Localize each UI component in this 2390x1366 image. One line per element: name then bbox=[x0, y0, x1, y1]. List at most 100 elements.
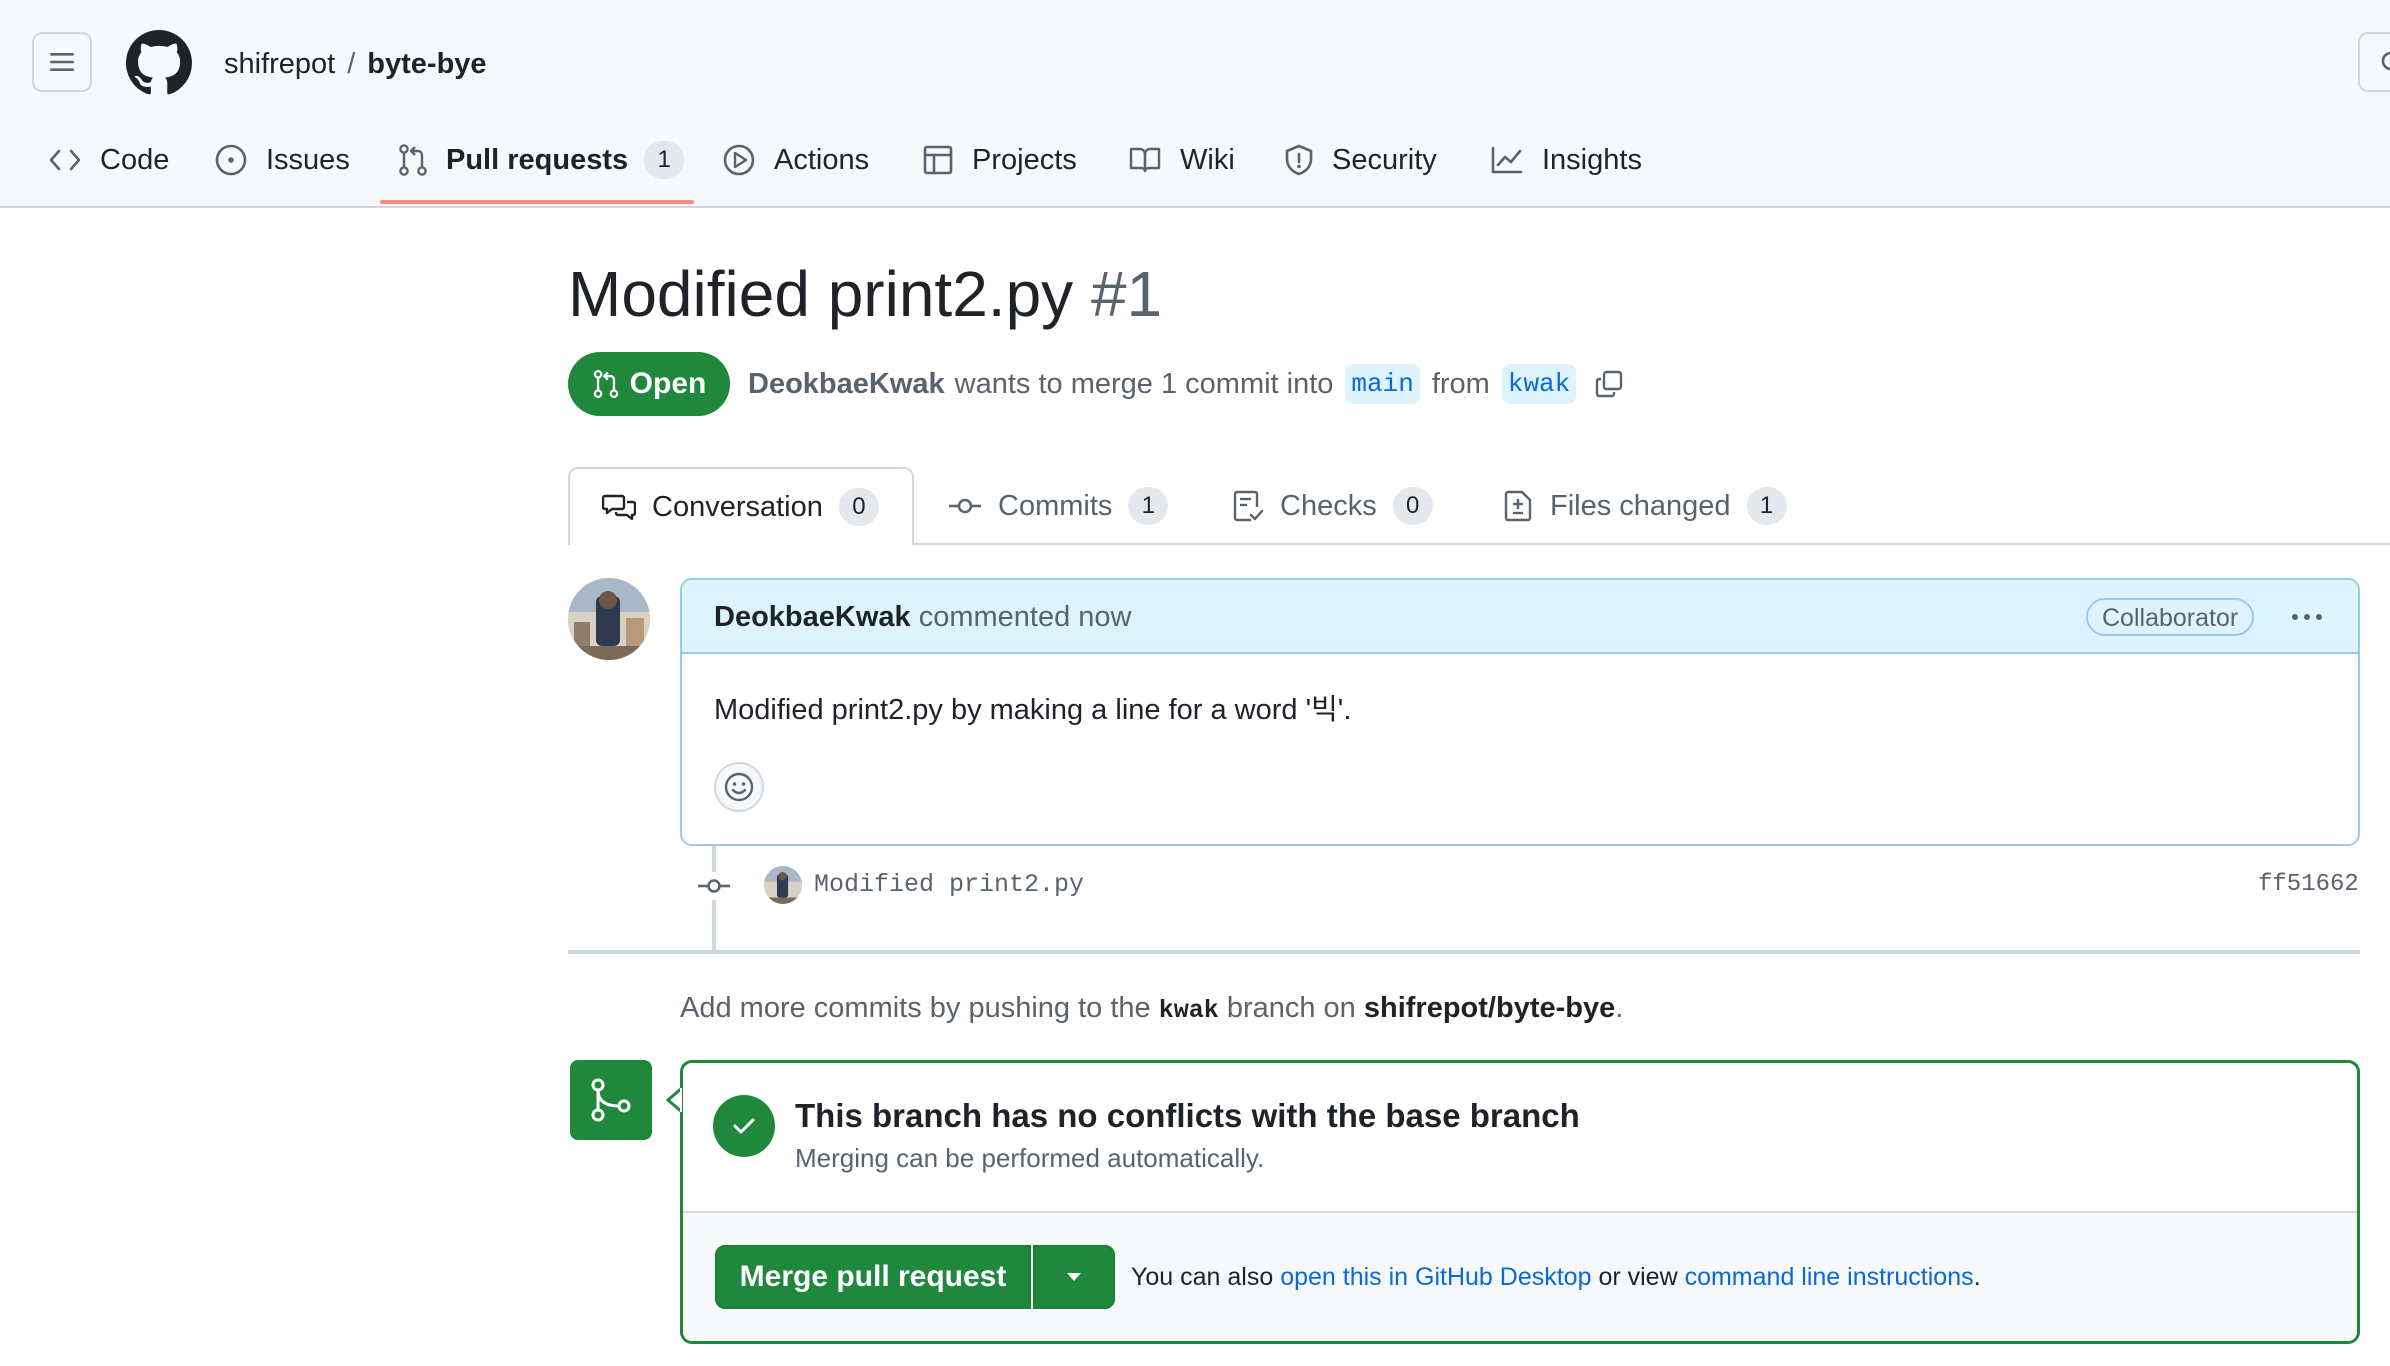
git-commit-icon bbox=[698, 879, 730, 893]
graph-icon bbox=[1491, 146, 1523, 174]
tab-files-changed[interactable]: Files changed 1 bbox=[1504, 468, 1787, 544]
pr-state-badge: Open bbox=[568, 352, 730, 416]
push-note-prefix: Add more commits by pushing to the bbox=[680, 992, 1151, 1024]
repo-owner-link[interactable]: shifrepot bbox=[224, 48, 335, 80]
tab-label-conversation: Conversation bbox=[652, 490, 823, 523]
nav-label-issues: Issues bbox=[266, 143, 350, 176]
check-icon bbox=[733, 1118, 755, 1134]
tab-checks[interactable]: Checks 0 bbox=[1232, 468, 1433, 544]
avatar-image bbox=[764, 866, 802, 904]
nav-item-actions[interactable]: Actions bbox=[722, 128, 869, 192]
git-pull-request-icon bbox=[593, 369, 618, 399]
nav-item-issues[interactable]: Issues bbox=[214, 128, 350, 192]
pr-state-label: Open bbox=[629, 367, 707, 400]
comment-card: DeokbaeKwak commented now Collaborator M… bbox=[680, 578, 2360, 846]
play-icon bbox=[723, 144, 755, 176]
command-line-instructions-link[interactable]: command line instructions bbox=[1685, 1263, 1974, 1291]
pr-merge-text: wants to merge 1 commit into bbox=[954, 368, 1334, 400]
conversation-counter: 0 bbox=[838, 488, 879, 526]
tab-label-files-changed: Files changed bbox=[1550, 489, 1731, 522]
tab-label-commits: Commits bbox=[998, 489, 1113, 522]
push-note-branch: kwak bbox=[1158, 996, 1219, 1025]
repo-header: shifrepot / byte-bye Code Issues Pull requ… bbox=[0, 0, 2390, 208]
timeline-break bbox=[568, 950, 2360, 954]
merge-check-badge bbox=[713, 1095, 775, 1157]
github-logo-icon[interactable] bbox=[126, 30, 192, 96]
avatar[interactable] bbox=[568, 578, 650, 660]
push-note-middle: branch on bbox=[1226, 992, 1356, 1024]
nav-label-actions: Actions bbox=[774, 143, 870, 176]
nav-item-security[interactable]: Security bbox=[1284, 128, 1437, 192]
comment-meta: DeokbaeKwak commented now bbox=[714, 598, 1132, 636]
merge-note-middle: or view bbox=[1598, 1263, 1678, 1291]
copy-icon[interactable] bbox=[1594, 369, 1624, 399]
add-reaction-button[interactable] bbox=[714, 762, 764, 812]
nav-label-insights: Insights bbox=[1542, 143, 1642, 176]
merge-method-dropdown[interactable] bbox=[1033, 1245, 1115, 1309]
checklist-icon bbox=[1233, 490, 1264, 522]
commit-marker bbox=[696, 872, 732, 900]
tab-conversation[interactable]: Conversation 0 bbox=[568, 467, 914, 545]
book-icon bbox=[1129, 147, 1161, 173]
comment-body: Modified print2.py by making a line for … bbox=[714, 694, 1352, 726]
hamburger-menu-button[interactable] bbox=[32, 32, 92, 92]
merge-status-title: This branch has no conflicts with the ba… bbox=[795, 1097, 1580, 1134]
repo-name-link[interactable]: byte-bye bbox=[367, 48, 486, 80]
git-pull-request-icon bbox=[399, 144, 427, 176]
comment-action[interactable]: commented now bbox=[919, 601, 1132, 633]
table-icon bbox=[923, 145, 953, 175]
commits-counter: 1 bbox=[1128, 487, 1169, 525]
commit-message-link[interactable]: Modified print2.py bbox=[814, 868, 1084, 902]
checks-counter: 0 bbox=[1392, 487, 1433, 525]
nav-label-security: Security bbox=[1332, 143, 1437, 176]
nav-item-projects[interactable]: Projects bbox=[922, 128, 1077, 192]
file-diff-icon bbox=[1504, 490, 1532, 522]
merge-pull-request-button[interactable]: Merge pull request bbox=[715, 1245, 1031, 1309]
shield-icon bbox=[1285, 144, 1313, 176]
commit-author-avatar[interactable] bbox=[764, 866, 802, 904]
issue-opened-icon bbox=[215, 144, 247, 176]
three-bars-icon bbox=[50, 53, 74, 71]
nav-label-projects: Projects bbox=[972, 143, 1077, 176]
merge-status-icon bbox=[570, 1060, 652, 1140]
kebab-horizontal-icon bbox=[2292, 614, 2322, 620]
pr-author-link[interactable]: DeokbaeKwak bbox=[748, 362, 945, 406]
comment-options-button[interactable] bbox=[2282, 600, 2332, 634]
active-tab-underline bbox=[380, 200, 694, 204]
comment-author-link[interactable]: DeokbaeKwak bbox=[714, 601, 911, 633]
code-icon bbox=[49, 149, 81, 171]
pr-meta: DeokbaeKwak wants to merge 1 commit into… bbox=[748, 362, 1624, 406]
push-instructions: Add more commits by pushing to the kwak … bbox=[680, 988, 1623, 1031]
nav-item-wiki[interactable]: Wiki bbox=[1128, 128, 1235, 192]
pr-from-text: from bbox=[1431, 368, 1490, 400]
collaborator-badge: Collaborator bbox=[2086, 598, 2255, 636]
pr-title: Modified print2.py bbox=[568, 258, 1074, 330]
smiley-icon bbox=[724, 772, 754, 802]
merge-actions: Merge pull request You can also open thi… bbox=[683, 1211, 2357, 1341]
avatar-image bbox=[568, 578, 650, 660]
nav-item-insights[interactable]: Insights bbox=[1490, 128, 1642, 192]
nav-label-wiki: Wiki bbox=[1180, 143, 1235, 176]
merge-status-subtitle: Merging can be performed automatically. bbox=[795, 1143, 1265, 1173]
repo-breadcrumb: shifrepot / byte-bye bbox=[224, 44, 487, 84]
nav-label-code: Code bbox=[100, 143, 170, 176]
triangle-down-icon bbox=[1067, 1273, 1081, 1281]
breadcrumb-separator: / bbox=[347, 48, 356, 80]
nav-label-pull-requests: Pull requests bbox=[446, 143, 629, 176]
merge-note-suffix: . bbox=[1973, 1263, 1981, 1291]
pr-number: #1 bbox=[1090, 258, 1163, 330]
tab-label-checks: Checks bbox=[1280, 489, 1377, 522]
search-button[interactable] bbox=[2358, 32, 2390, 92]
merge-box-pointer bbox=[666, 1088, 682, 1112]
search-icon bbox=[2381, 51, 2390, 71]
base-branch-label[interactable]: main bbox=[1345, 364, 1420, 404]
comment-header: DeokbaeKwak commented now Collaborator bbox=[682, 580, 2358, 654]
nav-item-pull-requests[interactable]: Pull requests 1 bbox=[398, 128, 685, 192]
commit-sha-link[interactable]: ff51662 bbox=[2258, 868, 2359, 902]
page-title: Modified print2.py #1 bbox=[568, 252, 1162, 336]
push-note-suffix: . bbox=[1615, 992, 1624, 1024]
github-desktop-link[interactable]: open this in GitHub Desktop bbox=[1280, 1263, 1591, 1291]
tab-commits[interactable]: Commits 1 bbox=[948, 468, 1169, 544]
nav-item-code[interactable]: Code bbox=[48, 128, 169, 192]
head-branch-label[interactable]: kwak bbox=[1501, 364, 1577, 404]
